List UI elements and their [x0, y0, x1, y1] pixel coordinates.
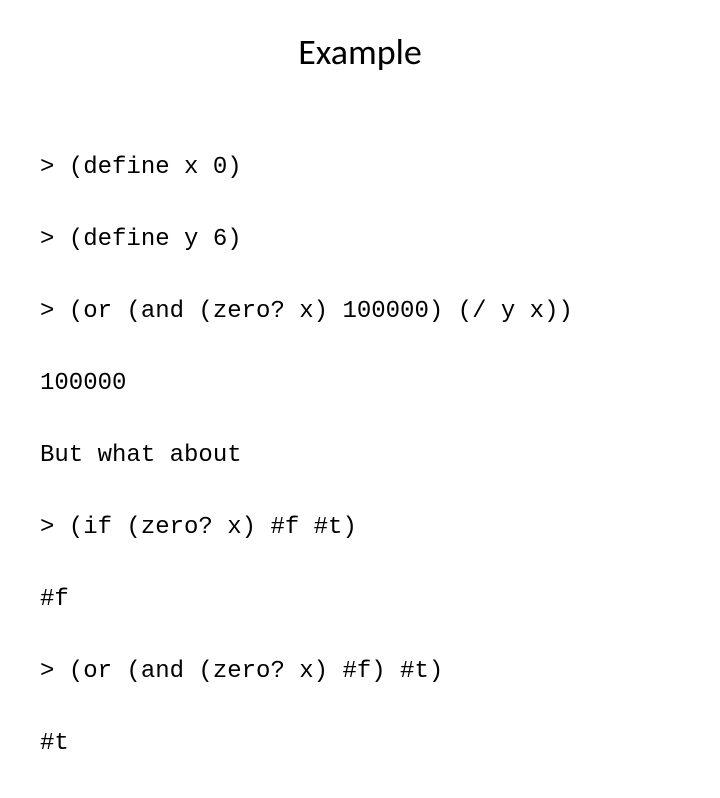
code-line: #f	[40, 582, 680, 618]
code-line: > (define y 6)	[40, 222, 680, 258]
code-line: #t	[40, 726, 680, 762]
code-line: > (if (zero? x) #f #t)	[40, 510, 680, 546]
code-line: > (or (and (zero? x) 100000) (/ y x))	[40, 294, 680, 330]
code-line: But what about	[40, 438, 680, 474]
code-line: > (or (and (zero? x) #f) #t)	[40, 654, 680, 690]
code-line: 100000	[40, 366, 680, 402]
slide-title: Example	[40, 30, 680, 74]
code-line: > (define x 0)	[40, 150, 680, 186]
code-example-block: > (define x 0) > (define y 6) > (or (and…	[40, 114, 680, 798]
